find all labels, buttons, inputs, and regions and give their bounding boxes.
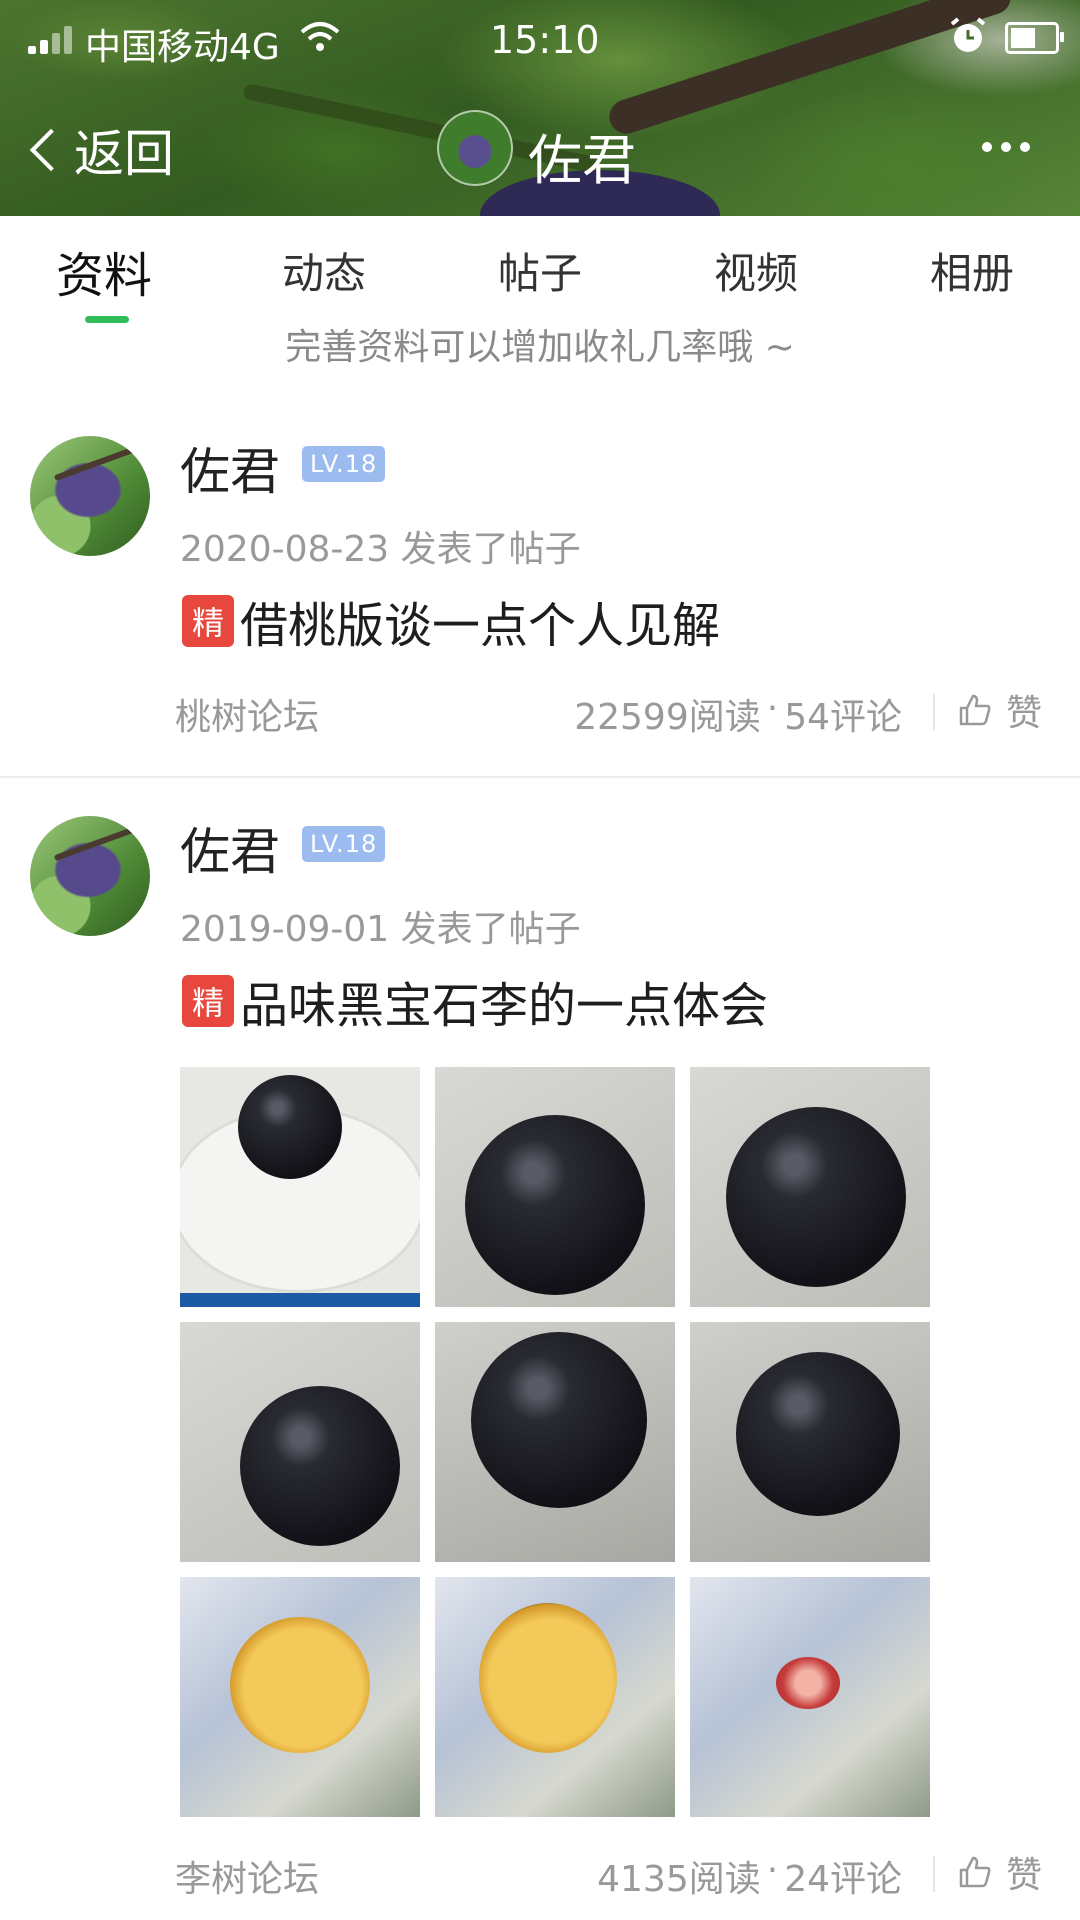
carrier-label: 中国移动4G [85, 27, 280, 68]
post-title-row[interactable]: 精 借桃版谈一点个人见解 [182, 586, 720, 656]
post-image[interactable] [690, 1067, 930, 1307]
nav-bar: 返回 佐君 [0, 80, 1080, 216]
status-bar: 中国移动4G 15:10 [0, 0, 1080, 80]
level-badge: LV.18 [302, 826, 386, 862]
comment-count[interactable]: 54评论 [784, 688, 902, 740]
read-count: 22599阅读 [574, 697, 761, 738]
battery-icon [1005, 22, 1064, 54]
post-image[interactable] [435, 1322, 675, 1562]
post-title-row[interactable]: 精 品味黑宝石李的一点体会 [182, 966, 768, 1036]
post-image[interactable] [180, 1322, 420, 1562]
post-date: 2019-09-01 发表了帖子 [180, 909, 581, 950]
post-image[interactable] [690, 1577, 930, 1817]
profile-header: 中国移动4G 15:10 返回 佐君 [0, 0, 1080, 216]
avatar[interactable] [30, 436, 150, 556]
read-count: 4135阅读 [597, 1859, 761, 1900]
like-label: 赞 [1006, 1855, 1043, 1896]
stats-separator: · [766, 688, 779, 729]
tab-posts[interactable]: 帖子 [498, 240, 582, 301]
profile-tabs: 资料 动态 帖子 视频 相册 [0, 216, 1080, 323]
back-button[interactable]: 返回 [26, 114, 174, 186]
level-badge: LV.18 [302, 446, 386, 482]
thumbs-up-icon [959, 1856, 991, 1888]
avatar[interactable] [30, 816, 150, 936]
profile-hint[interactable]: 完善资料可以增加收礼几率哦 ~ [0, 318, 1080, 370]
page-title: 佐君 [528, 129, 636, 192]
post-image[interactable] [435, 1067, 675, 1307]
post-image[interactable] [180, 1577, 420, 1817]
back-label: 返回 [74, 125, 174, 183]
wifi-icon [300, 20, 340, 63]
post-stats: 4135阅读 · 24评论 [597, 1850, 902, 1902]
more-options-icon[interactable] [982, 142, 1030, 152]
thumbs-up-icon [959, 694, 991, 726]
chevron-left-icon [29, 128, 73, 172]
username[interactable]: 佐君 [180, 812, 280, 884]
like-button[interactable]: 赞 [958, 684, 1042, 736]
featured-badge: 精 [182, 975, 234, 1027]
stats-separator: · [766, 1850, 779, 1891]
post-image[interactable] [180, 1067, 420, 1307]
post-stats: 22599阅读 · 54评论 [574, 688, 902, 740]
post-title[interactable]: 借桃版谈一点个人见解 [240, 586, 720, 656]
alarm-icon [948, 16, 988, 65]
post-footer: 李树论坛 4135阅读 · 24评论 赞 [0, 1842, 1080, 1902]
avatar[interactable] [437, 110, 513, 186]
username[interactable]: 佐君 [180, 432, 280, 504]
signal-icon [28, 24, 78, 54]
tab-profile[interactable]: 资料 [56, 236, 152, 306]
like-label: 赞 [1006, 693, 1043, 734]
like-button[interactable]: 赞 [958, 1846, 1042, 1898]
divider [0, 776, 1080, 778]
clock: 15:10 [490, 18, 600, 62]
forum-link[interactable]: 桃树论坛 [175, 688, 319, 740]
post-footer: 桃树论坛 22599阅读 · 54评论 赞 [0, 680, 1080, 740]
comment-count[interactable]: 24评论 [784, 1850, 902, 1902]
featured-badge: 精 [182, 595, 234, 647]
post-image[interactable] [690, 1322, 930, 1562]
post-date: 2020-08-23 发表了帖子 [180, 529, 581, 570]
tab-videos[interactable]: 视频 [714, 240, 798, 301]
tab-albums[interactable]: 相册 [930, 240, 1014, 301]
forum-link[interactable]: 李树论坛 [175, 1850, 319, 1902]
post-title[interactable]: 品味黑宝石李的一点体会 [240, 966, 768, 1036]
tab-activity[interactable]: 动态 [282, 240, 366, 301]
post-image[interactable] [435, 1577, 675, 1817]
